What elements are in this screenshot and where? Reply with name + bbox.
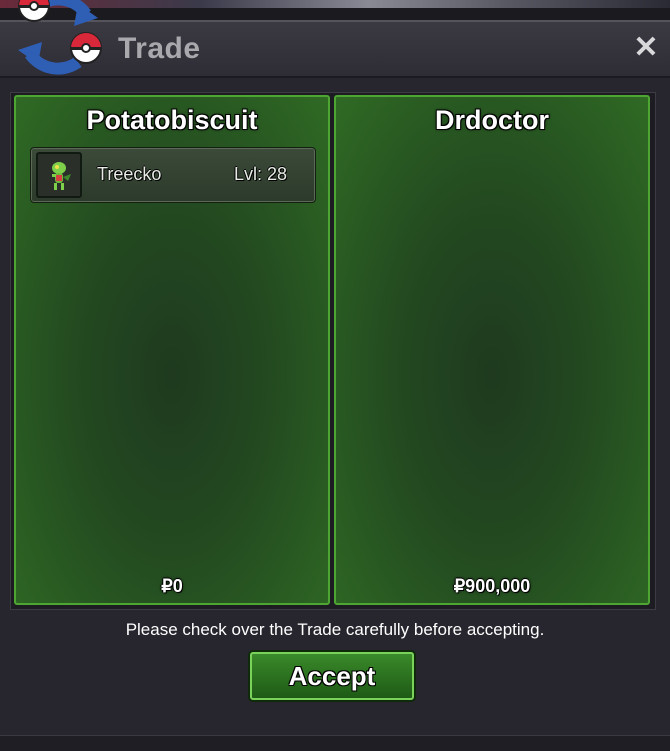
left-offer-panel: Potatobiscuit Treecko Lvl: 28 ₽0 [14, 95, 330, 605]
close-icon[interactable]: ✕ [632, 33, 660, 63]
item-level: Lvl: 28 [233, 164, 287, 184]
trade-window: Trade ✕ Potatobiscuit Treecko Lvl: 28 ₽0… [0, 20, 670, 750]
right-offer-panel: Drdoctor ₽900,000 [334, 95, 650, 605]
offer-item[interactable]: Treecko Lvl: 28 [30, 147, 316, 203]
left-player-name: Potatobiscuit [86, 105, 258, 135]
right-player-name: Drdoctor [435, 105, 549, 135]
treecko-icon [36, 152, 82, 198]
left-money: ₽0 [161, 576, 183, 596]
trade-logo-icon [18, 0, 102, 75]
window-title: Trade [118, 32, 201, 65]
bottom-bar [0, 735, 670, 751]
right-money: ₽900,000 [453, 576, 531, 596]
trade-notice: Please check over the Trade carefully be… [125, 620, 545, 639]
accept-button[interactable]: Accept [250, 652, 414, 700]
item-name: Treecko [97, 164, 162, 184]
